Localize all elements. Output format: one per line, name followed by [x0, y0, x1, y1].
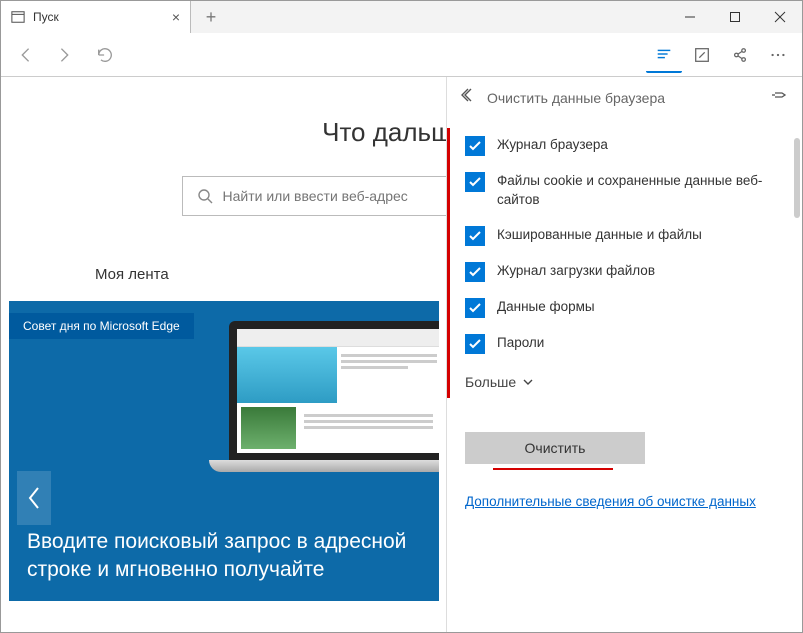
checkbox-label: Кэшированные данные и файлы	[497, 226, 702, 245]
forward-button[interactable]	[47, 37, 83, 73]
checkbox-checked-icon[interactable]	[465, 298, 485, 318]
more-info-link[interactable]: Дополнительные сведения об очистке данны…	[465, 494, 784, 509]
panel-title: Очистить данные браузера	[487, 90, 762, 106]
panel-body: Журнал браузера Файлы cookie и сохраненны…	[447, 118, 802, 632]
checkbox-checked-icon[interactable]	[465, 136, 485, 156]
annotation-underline	[493, 468, 613, 470]
new-tab-button[interactable]: +	[191, 1, 231, 33]
chevron-down-icon	[522, 376, 534, 388]
pin-icon[interactable]	[772, 87, 788, 108]
checkbox-checked-icon[interactable]	[465, 172, 485, 192]
content-area: Что дальше? Моя лента Совет дня по Micro…	[1, 77, 802, 632]
checkbox-row[interactable]: Кэшированные данные и файлы	[465, 218, 784, 254]
checkbox-checked-icon[interactable]	[465, 226, 485, 246]
nav-bar	[1, 33, 802, 77]
panel-header: Очистить данные браузера	[447, 77, 802, 118]
tab-title: Пуск	[33, 10, 164, 24]
maximize-button[interactable]	[712, 1, 757, 33]
hub-button[interactable]	[646, 37, 682, 73]
tip-tile[interactable]: Совет дня по Microsoft Edge Вводите поис…	[9, 301, 439, 601]
checkbox-row[interactable]: Журнал загрузки файлов	[465, 254, 784, 290]
checkbox-checked-icon[interactable]	[465, 334, 485, 354]
clear-data-panel: Очистить данные браузера Журнал браузера…	[446, 77, 802, 632]
share-button[interactable]	[722, 37, 758, 73]
annotation-bar	[447, 128, 450, 398]
browser-tab[interactable]: Пуск ×	[1, 1, 191, 33]
tile-text: Вводите поисковый запрос в адресной стро…	[27, 528, 421, 583]
laptop-image	[209, 321, 439, 501]
checkbox-label: Файлы cookie и сохраненные данные веб-са…	[497, 172, 784, 210]
checkbox-row[interactable]: Файлы cookie и сохраненные данные веб-са…	[465, 164, 784, 218]
clear-button[interactable]: Очистить	[465, 432, 645, 464]
tile-prev-arrow[interactable]	[17, 471, 51, 525]
panel-back-icon[interactable]	[461, 87, 477, 108]
checkbox-label: Данные формы	[497, 298, 595, 317]
tip-badge: Совет дня по Microsoft Edge	[9, 313, 194, 339]
back-button[interactable]	[7, 37, 43, 73]
window-controls	[667, 1, 802, 33]
more-toggle[interactable]: Больше	[465, 362, 784, 402]
more-button[interactable]	[760, 37, 796, 73]
search-icon	[197, 188, 213, 204]
close-window-button[interactable]	[757, 1, 802, 33]
tab-page-icon	[11, 10, 25, 24]
checkbox-label: Журнал браузера	[497, 136, 608, 155]
checkbox-row[interactable]: Пароли	[465, 326, 784, 362]
refresh-button[interactable]	[87, 37, 123, 73]
checkbox-row[interactable]: Данные формы	[465, 290, 784, 326]
minimize-button[interactable]	[667, 1, 712, 33]
tab-close-icon[interactable]: ×	[172, 9, 180, 25]
checkbox-row[interactable]: Журнал браузера	[465, 128, 784, 164]
webnote-button[interactable]	[684, 37, 720, 73]
scrollbar[interactable]	[794, 138, 800, 218]
title-bar: Пуск × +	[1, 1, 802, 33]
checkbox-label: Журнал загрузки файлов	[497, 262, 655, 281]
checkbox-checked-icon[interactable]	[465, 262, 485, 282]
checkbox-label: Пароли	[497, 334, 544, 353]
